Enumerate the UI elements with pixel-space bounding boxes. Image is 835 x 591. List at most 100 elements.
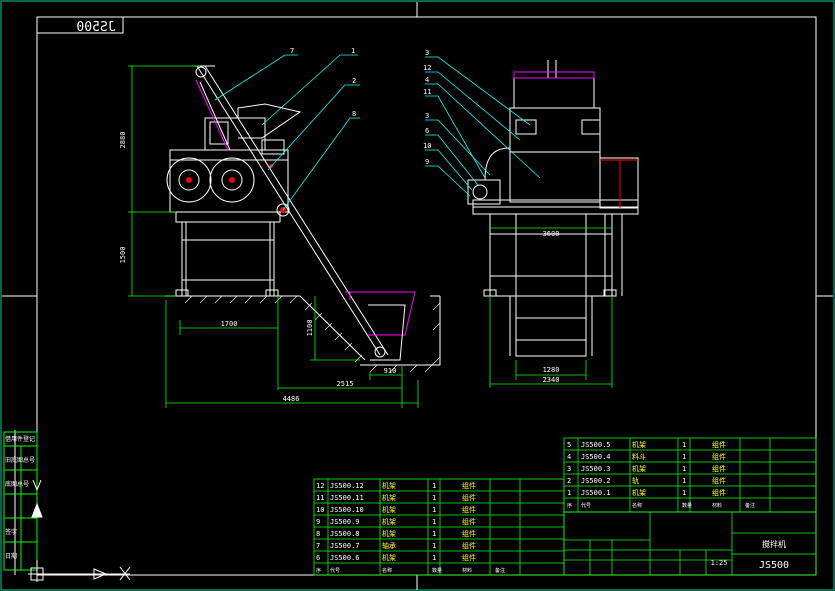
side-dim-labels: 2880 1500 1100 1700 910 2515 4486 [119, 132, 396, 403]
bom-right-row-3-code: JS500.3 [581, 465, 611, 473]
dim-1100: 1100 [306, 320, 314, 337]
bom-right-header-2: 名称 [632, 502, 642, 509]
bom-right-row-4-code: JS500.4 [581, 453, 611, 461]
front-callout-9: 9 [425, 158, 429, 166]
bom-right-row-2-no: 2 [567, 477, 571, 485]
strip-label-4: 签字 [5, 528, 17, 536]
bom-left-header-1: 代号 [330, 567, 340, 574]
front-callout-10: 10 [423, 142, 431, 150]
scale: 1:25 [711, 559, 728, 567]
base-frame [175, 211, 281, 297]
dim-2340: 2340 [543, 376, 560, 384]
front-callout-4: 4 [425, 76, 429, 84]
dim-1700: 1700 [221, 320, 238, 328]
callout-1: 1 [351, 47, 355, 55]
bom-left-row-11-name: 机架 [382, 493, 396, 502]
bom-right-row-2-qty: 1 [682, 477, 686, 485]
strip-label-3: 底图总号 [5, 480, 29, 488]
strip-label-5: 日期 [5, 552, 17, 560]
bom-left-row-9-no: 9 [316, 518, 320, 526]
left-strip [3, 431, 38, 571]
bom-left-row-11-qty: 1 [432, 494, 436, 502]
bom-left-row-7-no: 7 [316, 542, 320, 550]
bom-right-header-0: 序 [567, 502, 572, 509]
title-code: JS500 [759, 560, 789, 571]
front-structure [467, 60, 639, 357]
bom-right-header-3: 数量 [682, 502, 692, 509]
bom-right-row-4-mat: 组件 [712, 452, 726, 461]
bom-right-row-3-qty: 1 [682, 465, 686, 473]
bom-left-row-12-name: 机架 [382, 481, 396, 490]
dim-1280: 1280 [543, 366, 560, 374]
bom-right-row-2-name: 轨 [632, 476, 639, 485]
drawing-frame [0, 0, 835, 591]
bom-left-row-11-code: JS500.11 [330, 494, 364, 502]
bom-right-row-3-no: 3 [567, 465, 571, 473]
bom-left-row-6-mat: 组件 [462, 553, 476, 562]
bom-right-row-2-code: JS500.2 [581, 477, 611, 485]
bom-left-row-6-qty: 1 [432, 554, 436, 562]
bom-left-row-8-code: JS500.8 [330, 530, 360, 538]
bom-right-row-4-qty: 1 [682, 453, 686, 461]
bom-right-row-5-mat: 组件 [712, 440, 726, 449]
bom-right-row-1-mat: 组件 [712, 488, 726, 497]
front-callout-12: 12 [423, 64, 431, 72]
bom-left-row-7-name: 轴承 [382, 541, 396, 550]
bom-right-row-3-mat: 组件 [712, 464, 726, 473]
ground [165, 295, 441, 366]
bom-left-row-6-code: JS500.6 [330, 554, 360, 562]
cad-drawing: JS500 借用件登记 旧底图总号 底图总号 签字 日期 2880 1500 1… [0, 0, 835, 591]
bom-left-header-4: 材料 [462, 567, 472, 574]
front-view: 3600 1280 2340 3 12 4 11 3 6 10 9 [423, 49, 639, 388]
front-dims [489, 227, 613, 388]
bom-left-row-12-no: 12 [316, 482, 324, 490]
bom-left-header-5: 备注 [495, 567, 505, 574]
dim-2515: 2515 [337, 380, 354, 388]
front-callout-11: 11 [423, 88, 431, 96]
bom-right: 5 JS500.5 机架 1 组件 4 JS500.4 料斗 1 组件 3 JS500.3 机架 1 组件 2… [563, 437, 817, 513]
front-magenta [513, 71, 595, 79]
main-title: 搅拌机 [762, 539, 786, 549]
bom-right-row-2-mat: 组件 [712, 476, 726, 485]
bom-left-row-10-qty: 1 [432, 506, 436, 514]
bom-right-row-5-no: 5 [567, 441, 571, 449]
bom-left-row-6-name: 机架 [382, 553, 396, 562]
bom-left-row-8-mat: 组件 [462, 529, 476, 538]
bom-left-row-7-code: JS500.7 [330, 542, 360, 550]
bom-left-row-9-code: JS500.9 [330, 518, 360, 526]
bom-left-row-8-qty: 1 [432, 530, 436, 538]
front-callout-3b: 3 [425, 112, 429, 120]
bom-left-row-10-no: 10 [316, 506, 324, 514]
bom-left-header-2: 名称 [382, 567, 392, 574]
bom-right-row-1-name: 机架 [632, 488, 646, 497]
bom-left-header-3: 数量 [432, 567, 442, 574]
bom-left-row-8-name: 机架 [382, 529, 396, 538]
bom-left-header-0: 序 [316, 567, 321, 574]
bom-left-row-7-mat: 组件 [462, 541, 476, 550]
bom-right-row-4-no: 4 [567, 453, 571, 461]
bom-right-row-5-code: JS500.5 [581, 441, 611, 449]
side-view: 2880 1500 1100 1700 910 2515 4486 7 1 2 … [119, 47, 441, 408]
dim-3600: 3600 [543, 230, 560, 238]
bom-right-header-1: 代号 [581, 502, 591, 509]
front-callout-3a: 3 [425, 49, 429, 57]
bom-left-row-10-mat: 组件 [462, 505, 476, 514]
mixer-drum [166, 103, 302, 213]
strip-label-2: 旧底图总号 [5, 456, 35, 464]
bom-left-row-6-no: 6 [316, 554, 320, 562]
bom-right-row-5-qty: 1 [682, 441, 686, 449]
dim-2880: 2880 [119, 132, 127, 149]
dim-4486: 4486 [283, 395, 300, 403]
bom-right-row-1-no: 1 [567, 489, 571, 497]
ucs-icon [28, 479, 131, 582]
bom-right-row-5-name: 机架 [632, 440, 646, 449]
bom-right-row-1-qty: 1 [682, 489, 686, 497]
bom-left-row-10-code: JS500.10 [330, 506, 364, 514]
callout-7: 7 [290, 47, 294, 55]
dim-910: 910 [384, 367, 397, 375]
front-callout-6: 6 [425, 127, 429, 135]
strip-label-1: 借用件登记 [5, 435, 35, 443]
bom-left: 12 JS500.12 机架 1 组件11 JS500.11 机架 1 组件10 JS500.10… [313, 478, 565, 576]
bom-left-row-9-name: 机架 [382, 517, 396, 526]
callout-2: 2 [352, 77, 356, 85]
